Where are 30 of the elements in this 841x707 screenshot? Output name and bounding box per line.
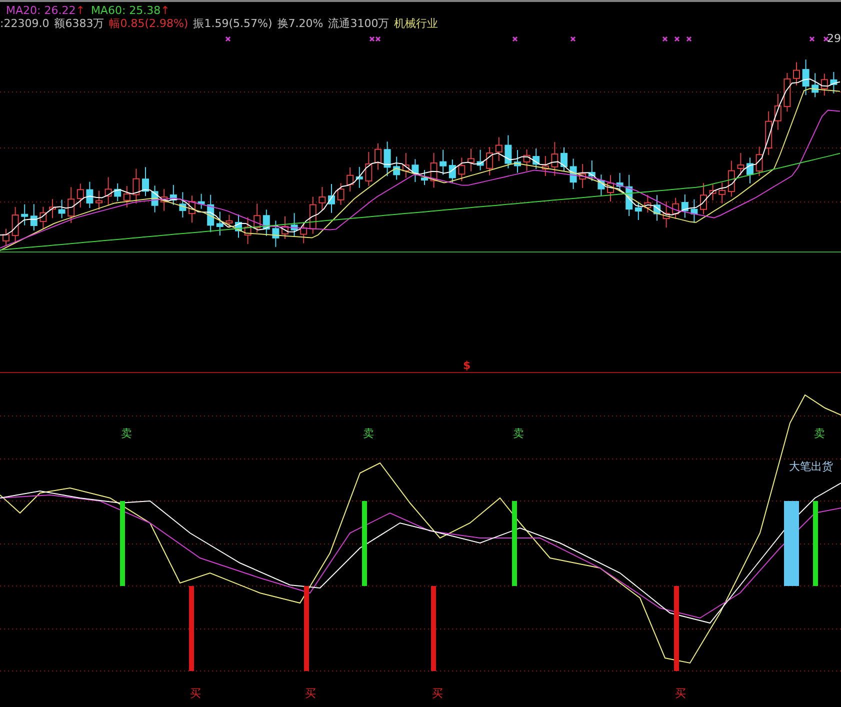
- trend-arrow: ↑: [160, 4, 170, 17]
- stock-stat: :22309.0: [0, 17, 50, 30]
- buy-signal-label: 买: [432, 686, 443, 701]
- stock-stat: 振1.59(5.57%): [193, 17, 272, 30]
- cross-marker-icon: [512, 36, 518, 42]
- trend-arrow: ↑: [76, 4, 85, 17]
- cross-marker-icon: [809, 36, 815, 42]
- cross-marker-icon: [570, 36, 576, 42]
- stock-stat: 机械行业: [394, 17, 438, 30]
- buy-signal-label: 买: [305, 686, 316, 701]
- divider-marker: $: [463, 359, 471, 372]
- sell-signal-label: 卖: [513, 426, 524, 441]
- cross-marker-icon: [662, 36, 668, 42]
- sell-signal-label: 卖: [363, 426, 374, 441]
- buy-signal-label: 买: [675, 686, 686, 701]
- big-sell-label: 大笔出货: [789, 459, 833, 474]
- sell-signal-label: 卖: [121, 426, 132, 441]
- price-label: 29: [827, 32, 841, 45]
- stock-stat: 幅0.85(2.98%): [109, 17, 188, 30]
- cross-marker-icon: [674, 36, 680, 42]
- stock-stat: 额6383万: [54, 17, 104, 30]
- buy-signal-label: 买: [190, 686, 201, 701]
- moving-average-label: MA20: 26.22: [6, 4, 76, 17]
- sell-signal-label: 卖: [814, 426, 825, 441]
- moving-average-label: MA60: 25.38: [90, 4, 161, 17]
- cross-marker-icon: [823, 36, 829, 42]
- cross-marker-icon: [225, 36, 231, 42]
- stock-stat: 流通3100万: [328, 17, 390, 30]
- cross-marker-icon: [686, 36, 692, 42]
- stock-stat: 换7.20%: [277, 17, 324, 30]
